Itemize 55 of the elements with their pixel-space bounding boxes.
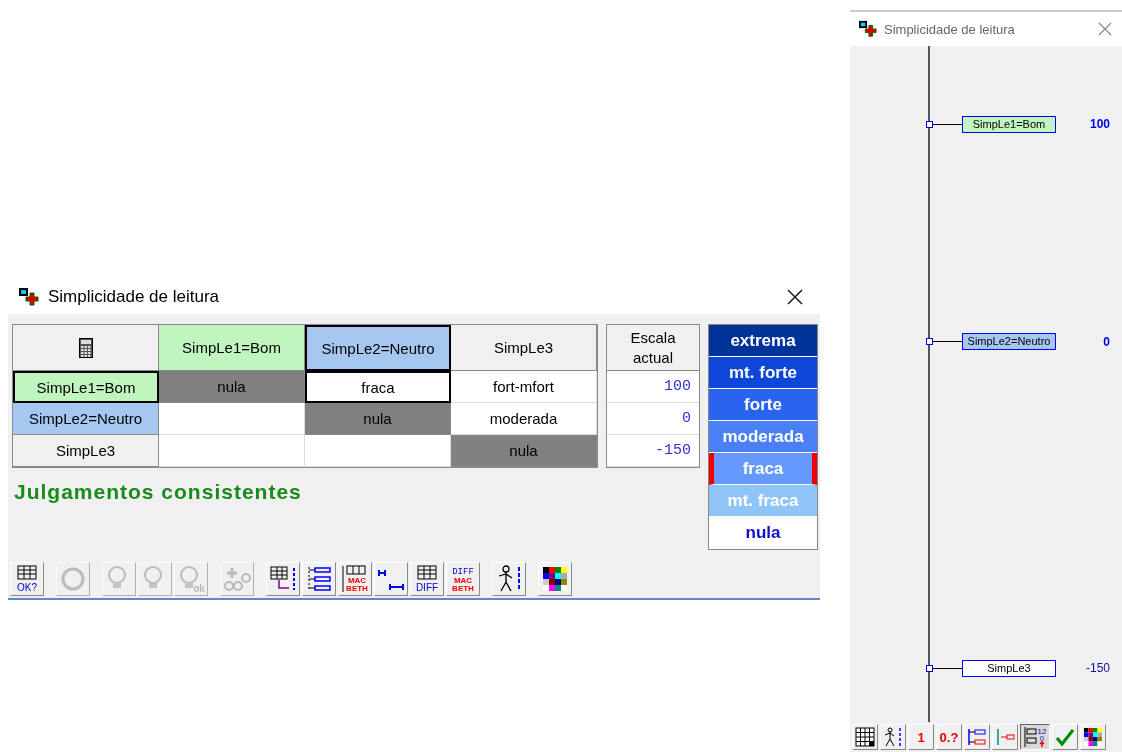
tree-button[interactable] (302, 562, 336, 596)
tree-button[interactable] (964, 724, 990, 750)
connector-line (926, 664, 962, 672)
column-header[interactable]: SimpLe1=Bom (159, 325, 305, 371)
scale-value: -150 (1084, 661, 1110, 675)
intensity-option[interactable]: forte (709, 389, 817, 421)
scale-header: Escala actual (607, 325, 699, 371)
palette-button[interactable] (1080, 724, 1106, 750)
intensity-option[interactable]: mt. forte (709, 357, 817, 389)
close-icon[interactable] (786, 288, 804, 306)
row-header[interactable]: SimpLe1=Bom (13, 371, 159, 403)
text-button[interactable]: 1 (908, 724, 934, 750)
scale-value: 100 (1088, 117, 1110, 131)
grid-button[interactable]: DIFF (410, 562, 444, 596)
connector-line (926, 120, 962, 128)
range-button[interactable] (992, 724, 1018, 750)
status-message: Julgamentos consistentes (14, 480, 303, 504)
matrix-cell[interactable]: fraca (305, 371, 451, 403)
app-icon (858, 20, 878, 38)
matrix-cell[interactable]: fort-mfort (451, 371, 597, 403)
intensity-option[interactable]: moderada (709, 421, 817, 453)
matrix-cell[interactable]: nula (451, 435, 597, 467)
row-header[interactable]: SimpLe3 (13, 435, 159, 467)
gridarrow-button[interactable] (266, 562, 300, 596)
intensity-option[interactable]: nula (709, 517, 817, 549)
range-button[interactable] (374, 562, 408, 596)
text-button[interactable]: 0.? (936, 724, 962, 750)
connector-line (926, 338, 962, 346)
matrix-cell[interactable]: nula (305, 403, 451, 435)
column-header[interactable]: SimpLe2=Neutro (305, 325, 451, 371)
scale-value[interactable]: 100 (607, 371, 699, 403)
window-title: Simplicidade de leitura (884, 21, 1016, 37)
diff-button[interactable]: DIFF MAC BETH (446, 562, 480, 596)
window-title: Simplicidade de leitura (48, 287, 221, 307)
calculator-button[interactable] (13, 325, 159, 371)
grid-button[interactable] (852, 724, 878, 750)
calculator-icon (78, 337, 93, 358)
walker-button[interactable] (880, 724, 906, 750)
matrix-cell[interactable]: nula (159, 371, 305, 403)
column-header[interactable]: SimpLe3 (451, 325, 597, 371)
scale-node[interactable]: SimpLe1=Bom (962, 115, 1056, 133)
matrix-cell[interactable]: moderada (451, 403, 597, 435)
scale-node[interactable]: SimpLe3 (962, 659, 1056, 677)
palette-button[interactable] (538, 562, 572, 596)
intensity-option[interactable]: extrema (709, 325, 817, 357)
macbeth-button[interactable]: MAC BETH (338, 562, 372, 596)
confirm-button[interactable] (1052, 724, 1078, 750)
scale-node[interactable]: SimpLe2=Neutro (962, 333, 1056, 351)
scale-value[interactable]: 0 (607, 403, 699, 435)
walker-button[interactable] (492, 562, 526, 596)
app-icon (18, 287, 40, 307)
scale-value[interactable]: -150 (607, 435, 699, 467)
grid-button[interactable]: OK? (10, 562, 44, 596)
row-header[interactable]: SimpLe2=Neutro (13, 403, 159, 435)
scale-value: 0 (1102, 334, 1110, 349)
